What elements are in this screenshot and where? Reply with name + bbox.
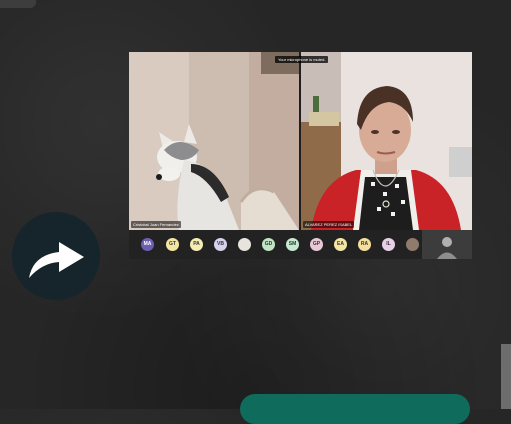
participant-strip: MA GT PA VB GD SM GP EA RA IL [129, 230, 472, 259]
video-tile-right[interactable]: ALVAREZ PEREZ ISABEL [301, 52, 472, 230]
participant-avatar[interactable] [238, 238, 251, 251]
participant-avatar[interactable]: SM [286, 238, 299, 251]
person-video-feed [301, 52, 472, 230]
action-bar[interactable] [240, 394, 470, 424]
participant-avatar[interactable]: GD [262, 238, 275, 251]
participant-avatar[interactable]: VB [214, 238, 227, 251]
participant-avatar[interactable]: EA [334, 238, 347, 251]
share-button[interactable] [12, 212, 100, 300]
participant-name-tag: ALVAREZ PEREZ ISABEL [303, 221, 355, 228]
share-arrow-icon [29, 242, 84, 278]
participant-avatar[interactable]: IL [382, 238, 395, 251]
participant-avatar[interactable] [406, 238, 419, 251]
participant-avatar[interactable]: MA [141, 238, 154, 251]
video-call-window: Cristobal Juan Fernandez ALVAREZ PEREZ I… [129, 52, 472, 259]
participant-avatar[interactable]: GT [166, 238, 179, 251]
video-tile-left[interactable]: Cristobal Juan Fernandez [129, 52, 299, 230]
mute-notice: Your microphone is muted. [275, 56, 329, 63]
dog-video-feed [129, 52, 299, 230]
participant-avatar[interactable]: RA [358, 238, 371, 251]
self-view-thumbnail[interactable] [422, 230, 472, 259]
participant-name-tag: Cristobal Juan Fernandez [131, 221, 181, 228]
self-view-feed [422, 230, 472, 259]
side-scroll-tab[interactable] [501, 344, 511, 409]
participant-avatar[interactable]: GP [310, 238, 323, 251]
participant-avatar[interactable]: PA [190, 238, 203, 251]
corner-tab [0, 0, 36, 8]
